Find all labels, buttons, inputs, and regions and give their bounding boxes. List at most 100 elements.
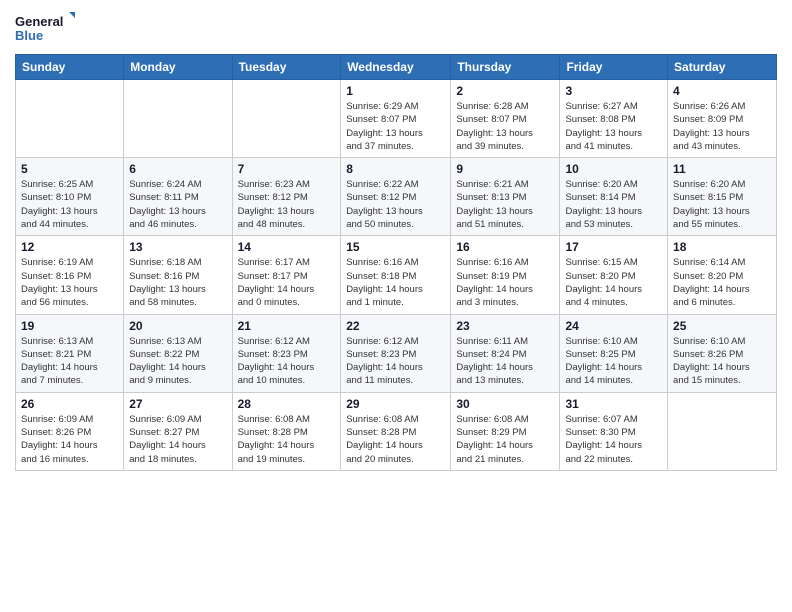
day-number: 18 <box>673 240 771 254</box>
day-info: Sunrise: 6:08 AM Sunset: 8:28 PM Dayligh… <box>346 413 445 466</box>
day-number: 7 <box>238 162 336 176</box>
day-number: 31 <box>565 397 662 411</box>
calendar-table: SundayMondayTuesdayWednesdayThursdayFrid… <box>15 54 777 471</box>
day-number: 20 <box>129 319 226 333</box>
day-number: 8 <box>346 162 445 176</box>
calendar-cell: 4 Sunrise: 6:26 AM Sunset: 8:09 PM Daylig… <box>668 80 777 158</box>
col-header-sunday: Sunday <box>16 55 124 80</box>
day-number: 15 <box>346 240 445 254</box>
calendar-cell: 3 Sunrise: 6:27 AM Sunset: 8:08 PM Daylig… <box>560 80 668 158</box>
day-number: 27 <box>129 397 226 411</box>
calendar-cell: 2 Sunrise: 6:28 AM Sunset: 8:07 PM Daylig… <box>451 80 560 158</box>
calendar-cell: 14 Sunrise: 6:17 AM Sunset: 8:17 PM Dayli… <box>232 236 341 314</box>
col-header-thursday: Thursday <box>451 55 560 80</box>
day-number: 30 <box>456 397 554 411</box>
calendar-cell: 25Sunrise: 6:10 AM Sunset: 8:26 PM Dayli… <box>668 314 777 392</box>
day-info: Sunrise: 6:09 AM Sunset: 8:27 PM Dayligh… <box>129 413 226 466</box>
day-info: Sunrise: 6:07 AM Sunset: 8:30 PM Dayligh… <box>565 413 662 466</box>
logo-svg: General Blue <box>15 10 75 46</box>
day-info: Sunrise: 6:20 AM Sunset: 8:15 PM Dayligh… <box>673 178 771 231</box>
calendar-cell: 24 Sunrise: 6:10 AM Sunset: 8:25 PM Dayli… <box>560 314 668 392</box>
header: General Blue <box>15 10 777 46</box>
calendar-cell: 8Sunrise: 6:22 AM Sunset: 8:12 PM Daylig… <box>341 158 451 236</box>
calendar-cell: 6 Sunrise: 6:24 AM Sunset: 8:11 PM Daylig… <box>124 158 232 236</box>
calendar-cell <box>232 80 341 158</box>
calendar-cell: 16Sunrise: 6:16 AM Sunset: 8:19 PM Dayli… <box>451 236 560 314</box>
day-number: 29 <box>346 397 445 411</box>
day-number: 6 <box>129 162 226 176</box>
day-info: Sunrise: 6:16 AM Sunset: 8:19 PM Dayligh… <box>456 256 554 309</box>
day-number: 23 <box>456 319 554 333</box>
calendar-cell: 20 Sunrise: 6:13 AM Sunset: 8:22 PM Dayli… <box>124 314 232 392</box>
day-number: 10 <box>565 162 662 176</box>
day-number: 1 <box>346 84 445 98</box>
day-info: Sunrise: 6:13 AM Sunset: 8:21 PM Dayligh… <box>21 335 118 388</box>
calendar-cell: 15 Sunrise: 6:16 AM Sunset: 8:18 PM Dayli… <box>341 236 451 314</box>
day-info: Sunrise: 6:08 AM Sunset: 8:29 PM Dayligh… <box>456 413 554 466</box>
day-number: 28 <box>238 397 336 411</box>
calendar-cell: 21 Sunrise: 6:12 AM Sunset: 8:23 PM Dayli… <box>232 314 341 392</box>
day-number: 4 <box>673 84 771 98</box>
day-number: 26 <box>21 397 118 411</box>
calendar-cell: 11 Sunrise: 6:20 AM Sunset: 8:15 PM Dayli… <box>668 158 777 236</box>
day-number: 19 <box>21 319 118 333</box>
day-number: 11 <box>673 162 771 176</box>
calendar-cell: 29 Sunrise: 6:08 AM Sunset: 8:28 PM Dayli… <box>341 392 451 470</box>
day-info: Sunrise: 6:14 AM Sunset: 8:20 PM Dayligh… <box>673 256 771 309</box>
col-header-wednesday: Wednesday <box>341 55 451 80</box>
calendar-cell: 12Sunrise: 6:19 AM Sunset: 8:16 PM Dayli… <box>16 236 124 314</box>
calendar-cell: 19 Sunrise: 6:13 AM Sunset: 8:21 PM Dayli… <box>16 314 124 392</box>
day-info: Sunrise: 6:16 AM Sunset: 8:18 PM Dayligh… <box>346 256 445 309</box>
day-info: Sunrise: 6:20 AM Sunset: 8:14 PM Dayligh… <box>565 178 662 231</box>
day-info: Sunrise: 6:09 AM Sunset: 8:26 PM Dayligh… <box>21 413 118 466</box>
day-info: Sunrise: 6:11 AM Sunset: 8:24 PM Dayligh… <box>456 335 554 388</box>
col-header-saturday: Saturday <box>668 55 777 80</box>
day-info: Sunrise: 6:08 AM Sunset: 8:28 PM Dayligh… <box>238 413 336 466</box>
calendar-cell: 7Sunrise: 6:23 AM Sunset: 8:12 PM Daylig… <box>232 158 341 236</box>
calendar-cell: 1 Sunrise: 6:29 AM Sunset: 8:07 PM Daylig… <box>341 80 451 158</box>
day-info: Sunrise: 6:17 AM Sunset: 8:17 PM Dayligh… <box>238 256 336 309</box>
day-number: 22 <box>346 319 445 333</box>
day-info: Sunrise: 6:24 AM Sunset: 8:11 PM Dayligh… <box>129 178 226 231</box>
day-info: Sunrise: 6:13 AM Sunset: 8:22 PM Dayligh… <box>129 335 226 388</box>
day-number: 14 <box>238 240 336 254</box>
day-number: 3 <box>565 84 662 98</box>
svg-text:General: General <box>15 14 63 29</box>
calendar-week-3: 12Sunrise: 6:19 AM Sunset: 8:16 PM Dayli… <box>16 236 777 314</box>
day-info: Sunrise: 6:10 AM Sunset: 8:25 PM Dayligh… <box>565 335 662 388</box>
day-info: Sunrise: 6:12 AM Sunset: 8:23 PM Dayligh… <box>346 335 445 388</box>
day-number: 9 <box>456 162 554 176</box>
day-info: Sunrise: 6:26 AM Sunset: 8:09 PM Dayligh… <box>673 100 771 153</box>
calendar-cell: 10 Sunrise: 6:20 AM Sunset: 8:14 PM Dayli… <box>560 158 668 236</box>
day-number: 12 <box>21 240 118 254</box>
svg-text:Blue: Blue <box>15 28 43 43</box>
calendar-week-5: 26 Sunrise: 6:09 AM Sunset: 8:26 PM Dayli… <box>16 392 777 470</box>
day-info: Sunrise: 6:18 AM Sunset: 8:16 PM Dayligh… <box>129 256 226 309</box>
day-number: 24 <box>565 319 662 333</box>
day-number: 5 <box>21 162 118 176</box>
day-info: Sunrise: 6:28 AM Sunset: 8:07 PM Dayligh… <box>456 100 554 153</box>
calendar-cell <box>124 80 232 158</box>
day-number: 21 <box>238 319 336 333</box>
calendar-cell: 28 Sunrise: 6:08 AM Sunset: 8:28 PM Dayli… <box>232 392 341 470</box>
calendar-cell: 26 Sunrise: 6:09 AM Sunset: 8:26 PM Dayli… <box>16 392 124 470</box>
calendar-week-1: 1 Sunrise: 6:29 AM Sunset: 8:07 PM Daylig… <box>16 80 777 158</box>
col-header-monday: Monday <box>124 55 232 80</box>
logo: General Blue <box>15 10 75 46</box>
calendar-week-4: 19 Sunrise: 6:13 AM Sunset: 8:21 PM Dayli… <box>16 314 777 392</box>
day-info: Sunrise: 6:29 AM Sunset: 8:07 PM Dayligh… <box>346 100 445 153</box>
day-number: 2 <box>456 84 554 98</box>
day-info: Sunrise: 6:27 AM Sunset: 8:08 PM Dayligh… <box>565 100 662 153</box>
col-header-tuesday: Tuesday <box>232 55 341 80</box>
page: General Blue SundayMondayTuesdayWednesda… <box>0 0 792 612</box>
calendar-cell: 5Sunrise: 6:25 AM Sunset: 8:10 PM Daylig… <box>16 158 124 236</box>
day-info: Sunrise: 6:12 AM Sunset: 8:23 PM Dayligh… <box>238 335 336 388</box>
calendar-cell: 27 Sunrise: 6:09 AM Sunset: 8:27 PM Dayli… <box>124 392 232 470</box>
calendar-cell: 17Sunrise: 6:15 AM Sunset: 8:20 PM Dayli… <box>560 236 668 314</box>
calendar-cell <box>16 80 124 158</box>
calendar-cell: 31 Sunrise: 6:07 AM Sunset: 8:30 PM Dayli… <box>560 392 668 470</box>
day-info: Sunrise: 6:21 AM Sunset: 8:13 PM Dayligh… <box>456 178 554 231</box>
day-info: Sunrise: 6:10 AM Sunset: 8:26 PM Dayligh… <box>673 335 771 388</box>
day-number: 13 <box>129 240 226 254</box>
calendar-header-row: SundayMondayTuesdayWednesdayThursdayFrid… <box>16 55 777 80</box>
